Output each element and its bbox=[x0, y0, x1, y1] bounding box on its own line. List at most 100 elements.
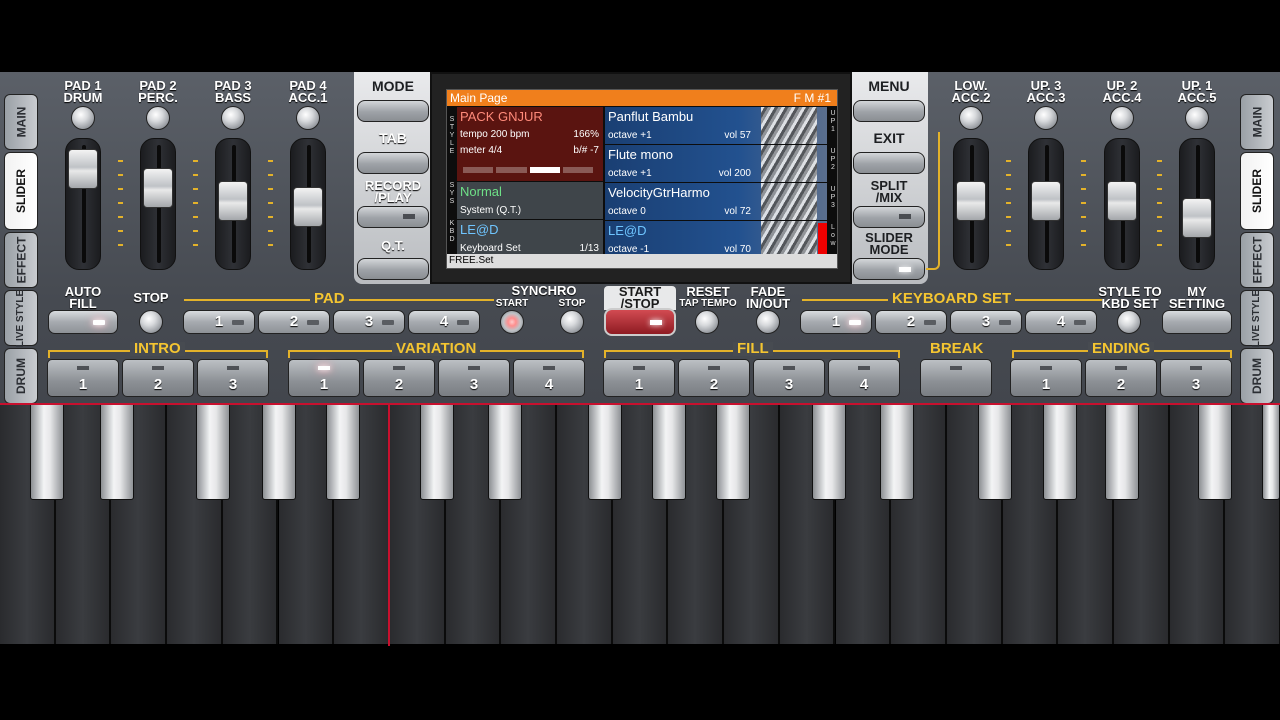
stop-knob[interactable] bbox=[139, 310, 163, 334]
keyboard-set-cell[interactable]: LE@D Keyboard Set 1/13 bbox=[457, 220, 603, 257]
voice-cell-up3[interactable]: VelocityGtrHarmo octave 0 vol 72 bbox=[605, 183, 827, 220]
piano-key-upper[interactable] bbox=[978, 404, 1012, 500]
pad-button-2[interactable]: 2 bbox=[258, 310, 330, 334]
ending-button-2[interactable]: 2 bbox=[1085, 359, 1157, 397]
tab-drum-right[interactable]: DRUM bbox=[1240, 348, 1274, 404]
tab-live-style-right[interactable]: LIVE STYLE bbox=[1240, 289, 1274, 347]
intro-button-3[interactable]: 3 bbox=[197, 359, 269, 397]
tab-effect-left[interactable]: EFFECT bbox=[4, 232, 38, 288]
variation-button-3[interactable]: 3 bbox=[438, 359, 510, 397]
intro-button-2[interactable]: 2 bbox=[122, 359, 194, 397]
voice-cell-low[interactable]: LE@D octave -1 vol 70 bbox=[605, 221, 827, 258]
tab-effect-right[interactable]: EFFECT bbox=[1240, 232, 1274, 288]
piano-key-upper[interactable] bbox=[1198, 404, 1232, 500]
tab-main-left[interactable]: MAIN bbox=[4, 94, 38, 150]
pad-button-3[interactable]: 3 bbox=[333, 310, 405, 334]
voice-cell-up2[interactable]: Flute mono octave +1 vol 200 bbox=[605, 145, 827, 182]
fill-button-4[interactable]: 4 bbox=[828, 359, 900, 397]
knob-up1[interactable] bbox=[1185, 106, 1209, 130]
split-mix-button[interactable] bbox=[853, 206, 925, 228]
voice-cell-up1[interactable]: Panflut Bambu octave +1 vol 57 bbox=[605, 107, 827, 144]
knob-pad3[interactable] bbox=[221, 106, 245, 130]
piano-key-upper[interactable] bbox=[1262, 404, 1280, 500]
slider-handle[interactable] bbox=[218, 180, 248, 221]
pad-button-4[interactable]: 4 bbox=[408, 310, 480, 334]
slider-handle[interactable] bbox=[956, 180, 986, 221]
piano-key-upper[interactable] bbox=[488, 404, 522, 500]
fill-button-2[interactable]: 2 bbox=[678, 359, 750, 397]
qt-button[interactable] bbox=[357, 258, 429, 280]
ending-button-1[interactable]: 1 bbox=[1010, 359, 1082, 397]
break-button[interactable] bbox=[920, 359, 992, 397]
slider-handle[interactable] bbox=[1182, 197, 1212, 238]
slider-up2[interactable] bbox=[1104, 138, 1140, 270]
slider-up3[interactable] bbox=[1028, 138, 1064, 270]
my-setting-button[interactable] bbox=[1162, 310, 1232, 334]
slider-mode-button[interactable] bbox=[853, 258, 925, 280]
kbd-set-button-2[interactable]: 2 bbox=[875, 310, 947, 334]
piano-key-upper[interactable] bbox=[588, 404, 622, 500]
knob-low[interactable] bbox=[959, 106, 983, 130]
mode-button[interactable] bbox=[357, 100, 429, 122]
knob-pad1[interactable] bbox=[71, 106, 95, 130]
auto-fill-button[interactable] bbox=[48, 310, 118, 334]
tab-slider-left[interactable]: SLIDER bbox=[4, 152, 38, 230]
slider-handle[interactable] bbox=[1031, 180, 1061, 221]
piano-key-upper[interactable] bbox=[326, 404, 360, 500]
kbd-set-button-4[interactable]: 4 bbox=[1025, 310, 1097, 334]
knob-pad2[interactable] bbox=[146, 106, 170, 130]
synchro-stop-knob[interactable] bbox=[560, 310, 584, 334]
lcd-screen[interactable]: Main Page F M #1 STYLE SYS KBD PACK GNJU… bbox=[446, 89, 838, 269]
menu-button[interactable] bbox=[853, 100, 925, 122]
piano-keyboard[interactable] bbox=[0, 404, 1280, 646]
piano-key-upper[interactable] bbox=[652, 404, 686, 500]
style-to-kbd-set-knob[interactable] bbox=[1117, 310, 1141, 334]
record-play-button[interactable] bbox=[357, 206, 429, 228]
fill-button-1[interactable]: 1 bbox=[603, 359, 675, 397]
slider-up1[interactable] bbox=[1179, 138, 1215, 270]
tab-slider-right[interactable]: SLIDER bbox=[1240, 152, 1274, 230]
fade-knob[interactable] bbox=[756, 310, 780, 334]
pad-button-1[interactable]: 1 bbox=[183, 310, 255, 334]
piano-key-upper[interactable] bbox=[100, 404, 134, 500]
start-stop-button[interactable] bbox=[604, 308, 676, 336]
tap-tempo-knob[interactable] bbox=[695, 310, 719, 334]
tab-main-right[interactable]: MAIN bbox=[1240, 94, 1274, 150]
knob-up2[interactable] bbox=[1110, 106, 1134, 130]
piano-key-upper[interactable] bbox=[30, 404, 64, 500]
slider-low[interactable] bbox=[953, 138, 989, 270]
intro-button-1[interactable]: 1 bbox=[47, 359, 119, 397]
slider-pad2[interactable] bbox=[140, 138, 176, 270]
system-cell[interactable]: Normal System (Q.T.) bbox=[457, 182, 603, 219]
slider-handle[interactable] bbox=[1107, 180, 1137, 221]
slider-handle[interactable] bbox=[143, 168, 173, 209]
slider-pad3[interactable] bbox=[215, 138, 251, 270]
fill-button-3[interactable]: 3 bbox=[753, 359, 825, 397]
piano-key-upper[interactable] bbox=[420, 404, 454, 500]
piano-key-upper[interactable] bbox=[716, 404, 750, 500]
exit-button[interactable] bbox=[853, 152, 925, 174]
piano-key-upper[interactable] bbox=[880, 404, 914, 500]
piano-key-upper[interactable] bbox=[196, 404, 230, 500]
tab-live-style-left[interactable]: LIVE STYLE bbox=[4, 289, 38, 347]
slider-pad1[interactable] bbox=[65, 138, 101, 270]
ending-button-3[interactable]: 3 bbox=[1160, 359, 1232, 397]
tab-button[interactable] bbox=[357, 152, 429, 174]
slider-handle[interactable] bbox=[293, 186, 323, 227]
variation-button-1[interactable]: 1 bbox=[288, 359, 360, 397]
tab-drum-left[interactable]: DRUM bbox=[4, 348, 38, 404]
piano-key-upper[interactable] bbox=[262, 404, 296, 500]
variation-button-2[interactable]: 2 bbox=[363, 359, 435, 397]
variation-button-4[interactable]: 4 bbox=[513, 359, 585, 397]
piano-key-upper[interactable] bbox=[1105, 404, 1139, 500]
piano-key-upper[interactable] bbox=[812, 404, 846, 500]
knob-up3[interactable] bbox=[1034, 106, 1058, 130]
knob-pad4[interactable] bbox=[296, 106, 320, 130]
slider-pad4[interactable] bbox=[290, 138, 326, 270]
piano-key-upper[interactable] bbox=[1043, 404, 1077, 500]
kbd-set-button-3[interactable]: 3 bbox=[950, 310, 1022, 334]
style-cell[interactable]: PACK GNJUR tempo 200 bpm 166% meter 4/4 … bbox=[457, 107, 603, 181]
synchro-start-knob[interactable] bbox=[500, 310, 524, 334]
kbd-set-button-1[interactable]: 1 bbox=[800, 310, 872, 334]
slider-handle[interactable] bbox=[68, 148, 98, 189]
